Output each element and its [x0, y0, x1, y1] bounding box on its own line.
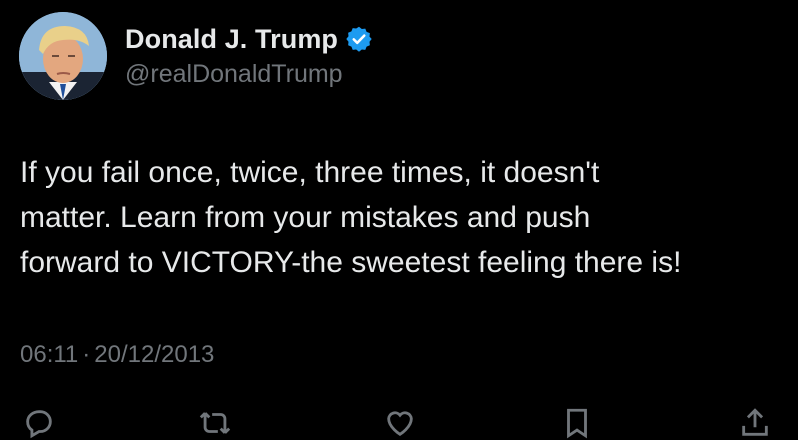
author-name-row: Donald J. Trump [125, 22, 373, 56]
tweet-text: If you fail once, twice, three times, it… [20, 156, 682, 279]
share-icon[interactable] [738, 406, 772, 440]
author-handle[interactable]: @realDonaldTrump [125, 60, 343, 89]
verified-badge-icon [345, 25, 373, 53]
bookmark-icon[interactable] [560, 406, 594, 440]
reply-icon[interactable] [22, 406, 56, 440]
tweet-card: Donald J. Trump @realDonaldTrump If you … [0, 0, 798, 439]
profile-photo-icon [19, 12, 107, 100]
avatar[interactable] [19, 12, 107, 100]
like-icon[interactable] [383, 406, 417, 440]
meta-separator: · [82, 341, 91, 368]
tweet-time: 06:11 [20, 341, 79, 368]
tweet-timestamp[interactable]: 06:11 · 20/12/2013 [20, 341, 214, 369]
action-bar [0, 402, 798, 439]
tweet-date: 20/12/2013 [94, 341, 215, 368]
author-display-name[interactable]: Donald J. Trump [125, 24, 338, 55]
retweet-icon[interactable] [198, 406, 232, 440]
